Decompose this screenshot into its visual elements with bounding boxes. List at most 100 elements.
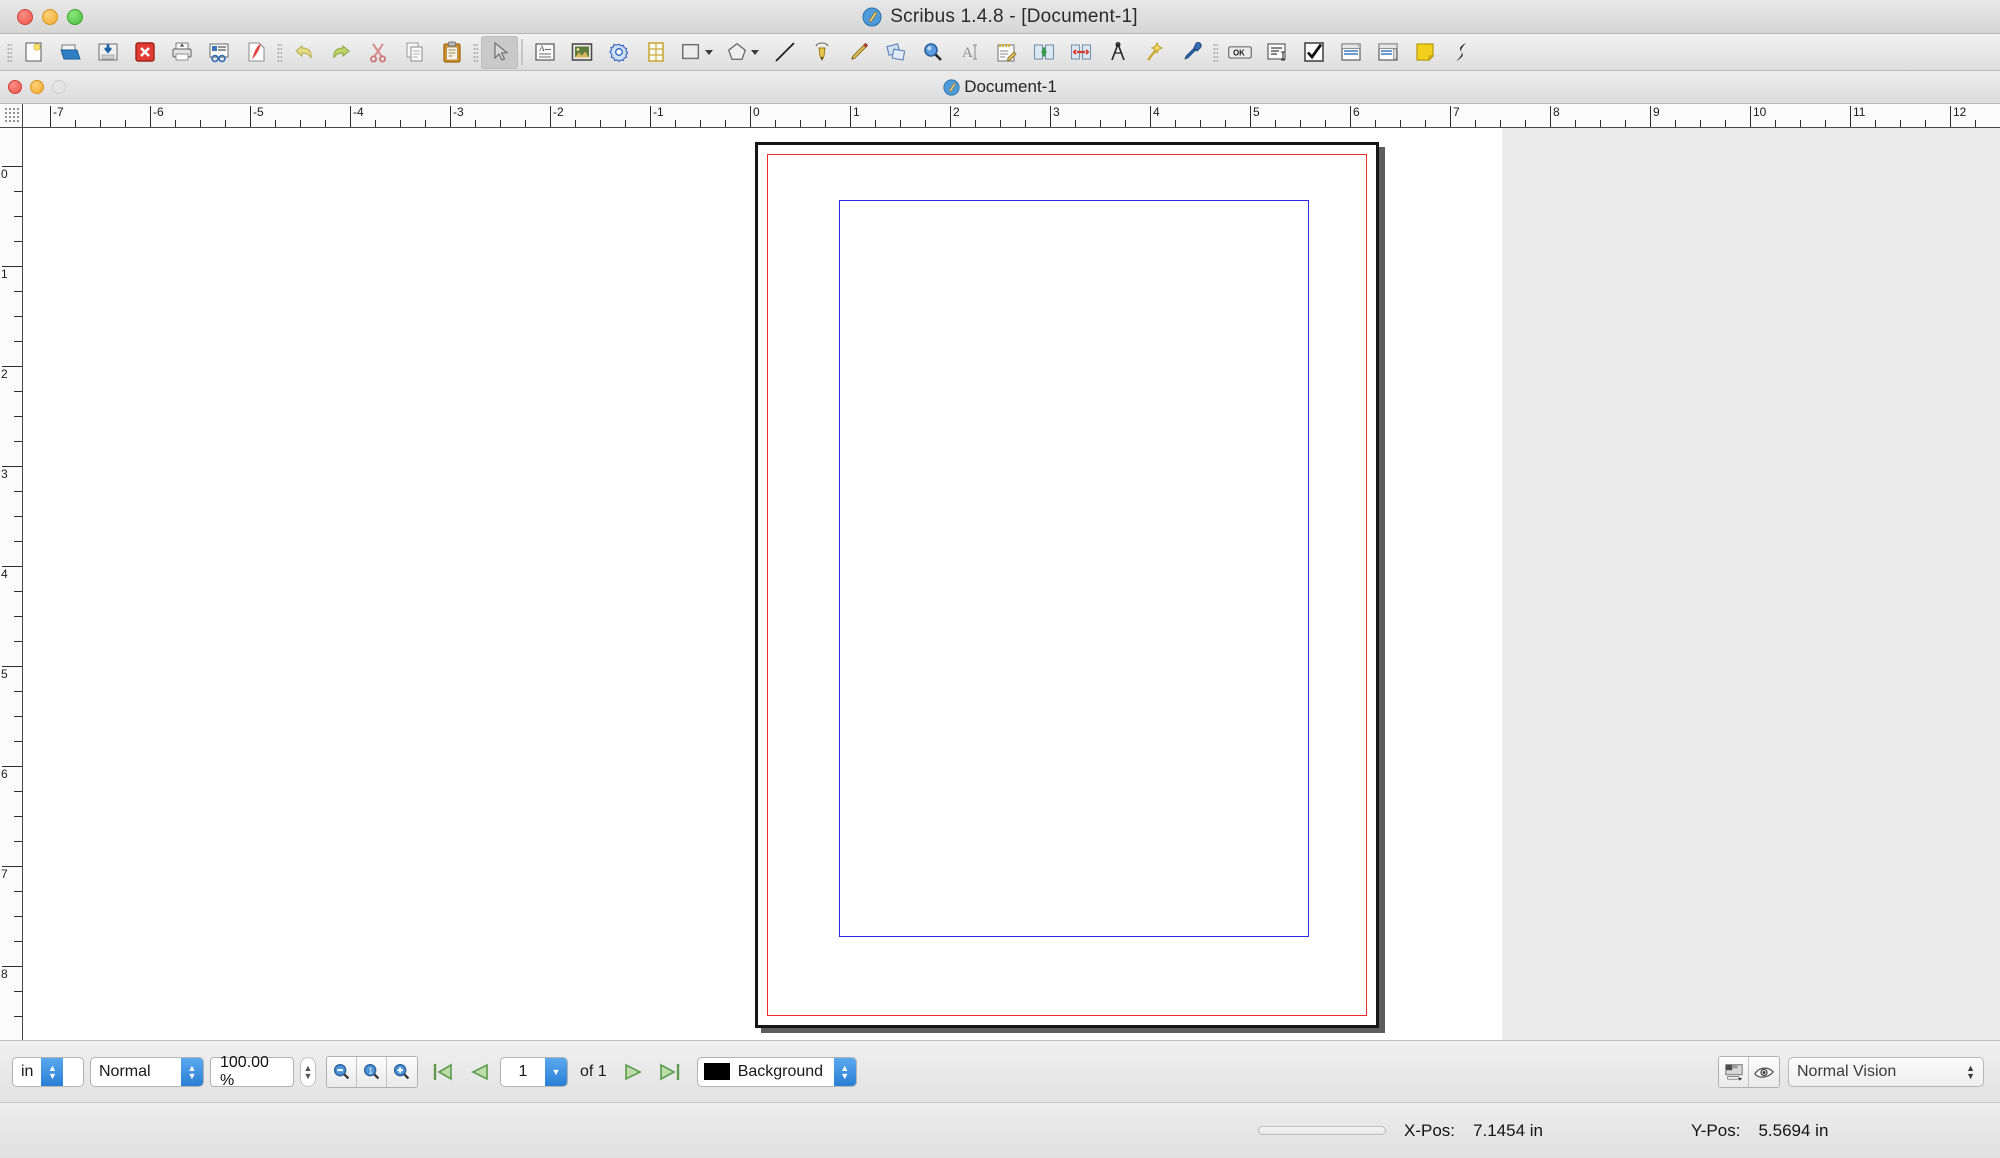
ruler-label: -4 — [350, 106, 364, 119]
redo-button[interactable] — [322, 36, 359, 69]
magic-wand-icon — [1143, 40, 1167, 64]
ruler-origin-corner[interactable] — [0, 104, 23, 128]
ruler-minor-tick — [75, 120, 76, 127]
vertical-scrollbar[interactable] — [1989, 128, 2000, 1040]
save-document-button[interactable] — [89, 36, 126, 69]
chevron-down-icon[interactable]: ▼ — [545, 1058, 567, 1086]
vision-defect-selector[interactable]: Normal Vision ▲▼ — [1788, 1057, 1984, 1087]
ruler-minor-tick — [1575, 120, 1576, 127]
insert-image-frame-tool[interactable] — [563, 36, 600, 69]
ruler-minor-tick — [125, 120, 126, 127]
chevron-down-icon[interactable] — [750, 47, 760, 57]
chevron-updown-icon[interactable]: ▲▼ — [834, 1058, 856, 1086]
insert-line-tool[interactable] — [766, 36, 803, 69]
ruler-label: -7 — [50, 106, 64, 119]
svg-text:OK: OK — [1233, 48, 1245, 57]
ruler-minor-tick — [1325, 120, 1326, 127]
cut-button[interactable] — [359, 36, 396, 69]
copy-item-properties-tool[interactable] — [1136, 36, 1173, 69]
preview-mode-selector[interactable]: Normal ▲▼ — [90, 1057, 204, 1087]
insert-text-frame-tool[interactable]: A — [526, 36, 563, 69]
undo-button[interactable] — [285, 36, 322, 69]
new-document-button[interactable] — [15, 36, 52, 69]
paste-button[interactable] — [433, 36, 470, 69]
zoom-100-button[interactable]: 1 — [357, 1057, 387, 1087]
toolbar-grip-tools[interactable] — [470, 36, 481, 69]
chevron-updown-icon[interactable]: ▲▼ — [1966, 1064, 1975, 1080]
ruler-label: -1 — [650, 106, 664, 119]
insert-bezier-curve-tool[interactable] — [803, 36, 840, 69]
color-management-toggle[interactable] — [1719, 1057, 1749, 1087]
ruler-minor-tick — [800, 120, 801, 127]
toolbar-grip-file[interactable] — [4, 36, 15, 69]
document-canvas[interactable] — [23, 128, 2000, 1040]
pdf-combo-box-tool[interactable] — [1332, 36, 1369, 69]
compass-measure-icon — [1106, 40, 1130, 64]
insert-render-frame-tool[interactable] — [600, 36, 637, 69]
edit-text-with-story-editor-tool[interactable] — [988, 36, 1025, 69]
insert-freehand-line-tool[interactable] — [840, 36, 877, 69]
preflight-verifier-button[interactable] — [200, 36, 237, 69]
document-page[interactable] — [755, 142, 1379, 1028]
pdf-list-box-tool[interactable] — [1369, 36, 1406, 69]
chevron-updown-icon[interactable]: ▲▼ — [41, 1058, 63, 1086]
chevron-down-icon[interactable] — [704, 47, 714, 57]
print-button[interactable] — [163, 36, 200, 69]
ruler-minor-tick — [1175, 120, 1176, 127]
select-item-tool[interactable] — [481, 36, 518, 69]
ruler-minor-tick — [1625, 120, 1626, 127]
last-page-button[interactable] — [655, 1057, 685, 1087]
ruler-minor-tick — [1025, 120, 1026, 127]
export-pdf-button[interactable] — [237, 36, 274, 69]
first-page-button[interactable] — [428, 1057, 458, 1087]
pdf-push-button-tool[interactable]: OK — [1221, 36, 1258, 69]
toolbar-grip-edit[interactable] — [274, 36, 285, 69]
preview-mode-value: Normal — [91, 1063, 159, 1081]
eye-dropper-tool[interactable] — [1173, 36, 1210, 69]
pdf-check-box-tool[interactable] — [1295, 36, 1332, 69]
rotate-item-tool[interactable] — [877, 36, 914, 69]
layer-selector[interactable]: Background ▲▼ — [697, 1057, 857, 1087]
status-bar: in ▲▼ Normal ▲▼ 100.00 % ▲▼ 1 — [0, 1040, 2000, 1102]
zoom-level-stepper[interactable]: ▲▼ — [300, 1057, 316, 1087]
ruler-minor-tick — [14, 941, 22, 942]
zoom-tool[interactable] — [914, 36, 951, 69]
previous-page-button[interactable] — [464, 1057, 494, 1087]
link-text-frames-tool[interactable] — [1025, 36, 1062, 69]
zoom-out-button[interactable] — [327, 1057, 357, 1087]
ruler-minor-tick — [1900, 120, 1901, 127]
text-frame[interactable] — [839, 200, 1309, 937]
application-title: Scribus 1.4.8 - [Document-1] — [0, 6, 2000, 28]
zoom-level-field[interactable]: 100.00 % — [210, 1057, 294, 1087]
zoom-in-button[interactable] — [387, 1057, 417, 1087]
story-editor-icon — [995, 40, 1019, 64]
unlink-text-frames-tool[interactable] — [1062, 36, 1099, 69]
ruler-minor-tick — [14, 991, 22, 992]
vertical-ruler[interactable]: 012345678 — [0, 128, 23, 1040]
preview-toggle[interactable] — [1749, 1057, 1779, 1087]
close-document-button[interactable] — [126, 36, 163, 69]
ruler-minor-tick — [14, 341, 22, 342]
last-page-arrow-icon — [658, 1061, 682, 1083]
ruler-minor-tick — [300, 120, 301, 127]
insert-shape-tool[interactable] — [674, 36, 720, 69]
pdf-ok-button-icon: OK — [1227, 42, 1253, 62]
measurements-tool[interactable] — [1099, 36, 1136, 69]
edit-contents-tool[interactable]: A — [951, 36, 988, 69]
pdf-link-annotation-tool[interactable] — [1443, 36, 1480, 69]
horizontal-ruler[interactable]: -7-6-5-4-3-2-10123456789101112 — [23, 104, 2000, 128]
application-titlebar: Scribus 1.4.8 - [Document-1] — [0, 0, 2000, 34]
page-number-selector[interactable]: 1 ▼ — [500, 1057, 568, 1087]
pdf-annotation-tool[interactable] — [1406, 36, 1443, 69]
pdf-link-icon — [1450, 40, 1474, 64]
pdf-text-field-tool[interactable] — [1258, 36, 1295, 69]
copy-button[interactable] — [396, 36, 433, 69]
chevron-updown-icon[interactable]: ▲▼ — [181, 1058, 203, 1086]
next-page-button[interactable] — [619, 1057, 649, 1087]
insert-table-tool[interactable] — [637, 36, 674, 69]
unit-selector[interactable]: in ▲▼ — [12, 1057, 84, 1087]
insert-polygon-tool[interactable] — [720, 36, 766, 69]
open-document-button[interactable] — [52, 36, 89, 69]
toolbar-grip-pdf[interactable] — [1210, 36, 1221, 69]
ruler-minor-tick — [14, 441, 22, 442]
